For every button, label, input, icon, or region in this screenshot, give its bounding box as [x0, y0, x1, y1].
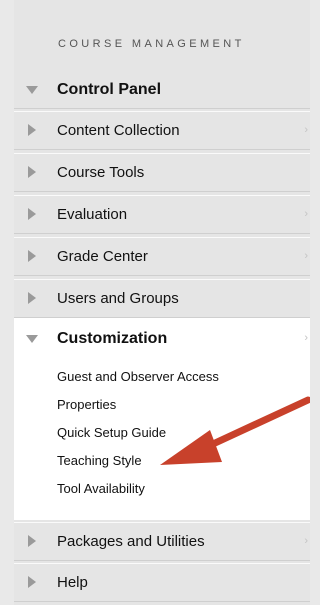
- annotation-arrow-icon: [160, 396, 310, 465]
- annotation-arrow-head: [160, 430, 222, 465]
- annotation-arrow-shaft: [196, 396, 310, 454]
